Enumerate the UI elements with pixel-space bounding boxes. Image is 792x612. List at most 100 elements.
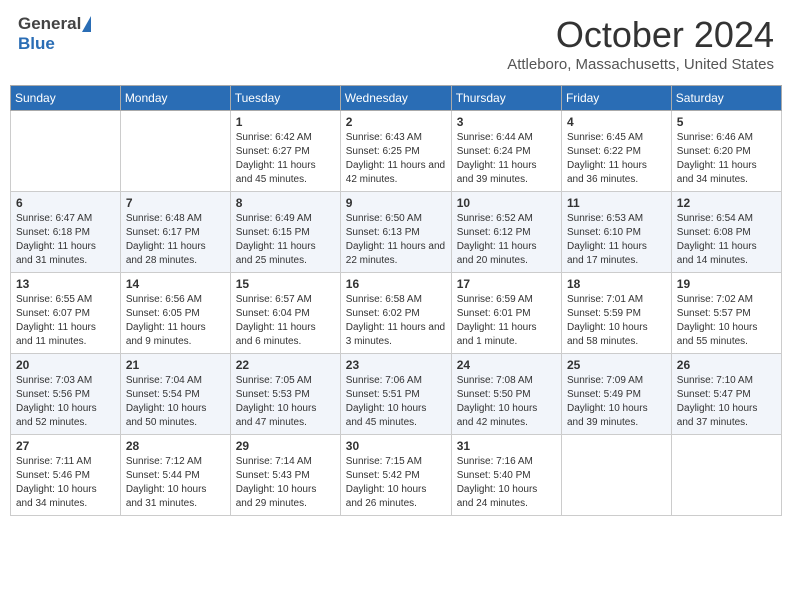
day-info: Sunrise: 6:44 AM Sunset: 6:24 PM Dayligh… xyxy=(457,131,556,187)
day-number: 20 xyxy=(16,358,115,372)
day-number: 25 xyxy=(567,358,666,372)
calendar-cell: 29 Sunrise: 7:14 AM Sunset: 5:43 PM Dayli… xyxy=(230,435,340,516)
logo-blue: Blue xyxy=(18,34,55,53)
logo: General Blue xyxy=(18,14,91,54)
calendar-cell: 20 Sunrise: 7:03 AM Sunset: 5:56 PM Dayli… xyxy=(11,354,121,435)
day-number: 23 xyxy=(346,358,446,372)
day-info: Sunrise: 6:45 AM Sunset: 6:22 PM Dayligh… xyxy=(567,131,666,187)
day-number: 5 xyxy=(677,115,776,129)
day-number: 15 xyxy=(236,277,335,291)
calendar-cell: 14 Sunrise: 6:56 AM Sunset: 6:05 PM Dayli… xyxy=(120,273,230,354)
logo-general: General xyxy=(18,14,81,34)
day-number: 2 xyxy=(346,115,446,129)
calendar-cell: 7 Sunrise: 6:48 AM Sunset: 6:17 PM Daylig… xyxy=(120,192,230,273)
calendar-cell: 30 Sunrise: 7:15 AM Sunset: 5:42 PM Dayli… xyxy=(340,435,451,516)
day-info: Sunrise: 7:12 AM Sunset: 5:44 PM Dayligh… xyxy=(126,455,225,511)
day-info: Sunrise: 6:50 AM Sunset: 6:13 PM Dayligh… xyxy=(346,212,446,268)
calendar-cell: 9 Sunrise: 6:50 AM Sunset: 6:13 PM Daylig… xyxy=(340,192,451,273)
day-info: Sunrise: 6:52 AM Sunset: 6:12 PM Dayligh… xyxy=(457,212,556,268)
day-info: Sunrise: 7:08 AM Sunset: 5:50 PM Dayligh… xyxy=(457,374,556,430)
day-number: 22 xyxy=(236,358,335,372)
day-info: Sunrise: 7:10 AM Sunset: 5:47 PM Dayligh… xyxy=(677,374,776,430)
location: Attleboro, Massachusetts, United States xyxy=(507,56,774,73)
day-info: Sunrise: 6:42 AM Sunset: 6:27 PM Dayligh… xyxy=(236,131,335,187)
title-section: October 2024 Attleboro, Massachusetts, U… xyxy=(507,14,774,73)
calendar-cell: 15 Sunrise: 6:57 AM Sunset: 6:04 PM Dayli… xyxy=(230,273,340,354)
day-number: 26 xyxy=(677,358,776,372)
day-info: Sunrise: 6:56 AM Sunset: 6:05 PM Dayligh… xyxy=(126,293,225,349)
day-number: 29 xyxy=(236,439,335,453)
column-header-thursday: Thursday xyxy=(451,86,561,111)
day-number: 4 xyxy=(567,115,666,129)
calendar-cell: 26 Sunrise: 7:10 AM Sunset: 5:47 PM Dayli… xyxy=(671,354,781,435)
calendar-cell: 18Sunrise: 7:01 AM Sunset: 5:59 PM Dayli… xyxy=(561,273,671,354)
calendar-cell xyxy=(561,435,671,516)
day-info: Sunrise: 6:48 AM Sunset: 6:17 PM Dayligh… xyxy=(126,212,225,268)
day-number: 7 xyxy=(126,196,225,210)
calendar-cell: 22 Sunrise: 7:05 AM Sunset: 5:53 PM Dayli… xyxy=(230,354,340,435)
day-number: 11 xyxy=(567,196,666,210)
day-info: Sunrise: 6:46 AM Sunset: 6:20 PM Dayligh… xyxy=(677,131,776,187)
day-info: Sunrise: 7:09 AM Sunset: 5:49 PM Dayligh… xyxy=(567,374,666,430)
day-info: Sunrise: 7:03 AM Sunset: 5:56 PM Dayligh… xyxy=(16,374,115,430)
day-info: Sunrise: 6:58 AM Sunset: 6:02 PM Dayligh… xyxy=(346,293,446,349)
day-number: 18 xyxy=(567,277,666,291)
column-header-sunday: Sunday xyxy=(11,86,121,111)
calendar-cell: 24 Sunrise: 7:08 AM Sunset: 5:50 PM Dayli… xyxy=(451,354,561,435)
calendar-cell: 10 Sunrise: 6:52 AM Sunset: 6:12 PM Dayli… xyxy=(451,192,561,273)
day-info: Sunrise: 7:16 AM Sunset: 5:40 PM Dayligh… xyxy=(457,455,556,511)
column-header-wednesday: Wednesday xyxy=(340,86,451,111)
logo-triangle-icon xyxy=(82,16,91,32)
day-info: Sunrise: 7:11 AM Sunset: 5:46 PM Dayligh… xyxy=(16,455,115,511)
page-header: General Blue October 2024 Attleboro, Mas… xyxy=(10,10,782,77)
column-header-friday: Friday xyxy=(561,86,671,111)
calendar-cell: 27 Sunrise: 7:11 AM Sunset: 5:46 PM Dayli… xyxy=(11,435,121,516)
day-info: Sunrise: 6:47 AM Sunset: 6:18 PM Dayligh… xyxy=(16,212,115,268)
calendar-cell xyxy=(671,435,781,516)
day-info: Sunrise: 7:15 AM Sunset: 5:42 PM Dayligh… xyxy=(346,455,446,511)
day-number: 30 xyxy=(346,439,446,453)
day-number: 9 xyxy=(346,196,446,210)
calendar-cell: 16 Sunrise: 6:58 AM Sunset: 6:02 PM Dayli… xyxy=(340,273,451,354)
day-number: 6 xyxy=(16,196,115,210)
day-info: Sunrise: 6:54 AM Sunset: 6:08 PM Dayligh… xyxy=(677,212,776,268)
day-number: 10 xyxy=(457,196,556,210)
day-number: 24 xyxy=(457,358,556,372)
calendar-cell: 6 Sunrise: 6:47 AM Sunset: 6:18 PM Daylig… xyxy=(11,192,121,273)
day-number: 1 xyxy=(236,115,335,129)
day-info: Sunrise: 6:55 AM Sunset: 6:07 PM Dayligh… xyxy=(16,293,115,349)
day-info: Sunrise: 6:53 AM Sunset: 6:10 PM Dayligh… xyxy=(567,212,666,268)
day-info: Sunrise: 6:43 AM Sunset: 6:25 PM Dayligh… xyxy=(346,131,446,187)
calendar-cell: 11 Sunrise: 6:53 AM Sunset: 6:10 PM Dayli… xyxy=(561,192,671,273)
calendar-week-2: 6 Sunrise: 6:47 AM Sunset: 6:18 PM Daylig… xyxy=(11,192,782,273)
day-info: Sunrise: 7:02 AM Sunset: 5:57 PM Dayligh… xyxy=(677,293,776,349)
calendar-week-3: 13 Sunrise: 6:55 AM Sunset: 6:07 PM Dayli… xyxy=(11,273,782,354)
day-info: Sunrise: 6:57 AM Sunset: 6:04 PM Dayligh… xyxy=(236,293,335,349)
calendar-cell: 25 Sunrise: 7:09 AM Sunset: 5:49 PM Dayli… xyxy=(561,354,671,435)
calendar-header-row: SundayMondayTuesdayWednesdayThursdayFrid… xyxy=(11,86,782,111)
day-number: 27 xyxy=(16,439,115,453)
column-header-saturday: Saturday xyxy=(671,86,781,111)
calendar-cell: 5 Sunrise: 6:46 AM Sunset: 6:20 PM Daylig… xyxy=(671,111,781,192)
calendar-cell: 3Sunrise: 6:44 AM Sunset: 6:24 PM Daylig… xyxy=(451,111,561,192)
calendar-cell: 2 Sunrise: 6:43 AM Sunset: 6:25 PM Daylig… xyxy=(340,111,451,192)
day-number: 12 xyxy=(677,196,776,210)
day-info: Sunrise: 7:14 AM Sunset: 5:43 PM Dayligh… xyxy=(236,455,335,511)
day-info: Sunrise: 7:05 AM Sunset: 5:53 PM Dayligh… xyxy=(236,374,335,430)
calendar-cell: 28 Sunrise: 7:12 AM Sunset: 5:44 PM Dayli… xyxy=(120,435,230,516)
calendar-cell: 1 Sunrise: 6:42 AM Sunset: 6:27 PM Daylig… xyxy=(230,111,340,192)
day-info: Sunrise: 6:49 AM Sunset: 6:15 PM Dayligh… xyxy=(236,212,335,268)
day-info: Sunrise: 6:59 AM Sunset: 6:01 PM Dayligh… xyxy=(457,293,556,349)
day-number: 8 xyxy=(236,196,335,210)
calendar-cell: 8 Sunrise: 6:49 AM Sunset: 6:15 PM Daylig… xyxy=(230,192,340,273)
day-number: 17 xyxy=(457,277,556,291)
day-number: 13 xyxy=(16,277,115,291)
calendar-cell: 17 Sunrise: 6:59 AM Sunset: 6:01 PM Dayli… xyxy=(451,273,561,354)
day-number: 14 xyxy=(126,277,225,291)
calendar-cell: 21Sunrise: 7:04 AM Sunset: 5:54 PM Dayli… xyxy=(120,354,230,435)
day-number: 19 xyxy=(677,277,776,291)
day-number: 21 xyxy=(126,358,225,372)
calendar-cell: 12 Sunrise: 6:54 AM Sunset: 6:08 PM Dayli… xyxy=(671,192,781,273)
day-number: 16 xyxy=(346,277,446,291)
day-number: 28 xyxy=(126,439,225,453)
